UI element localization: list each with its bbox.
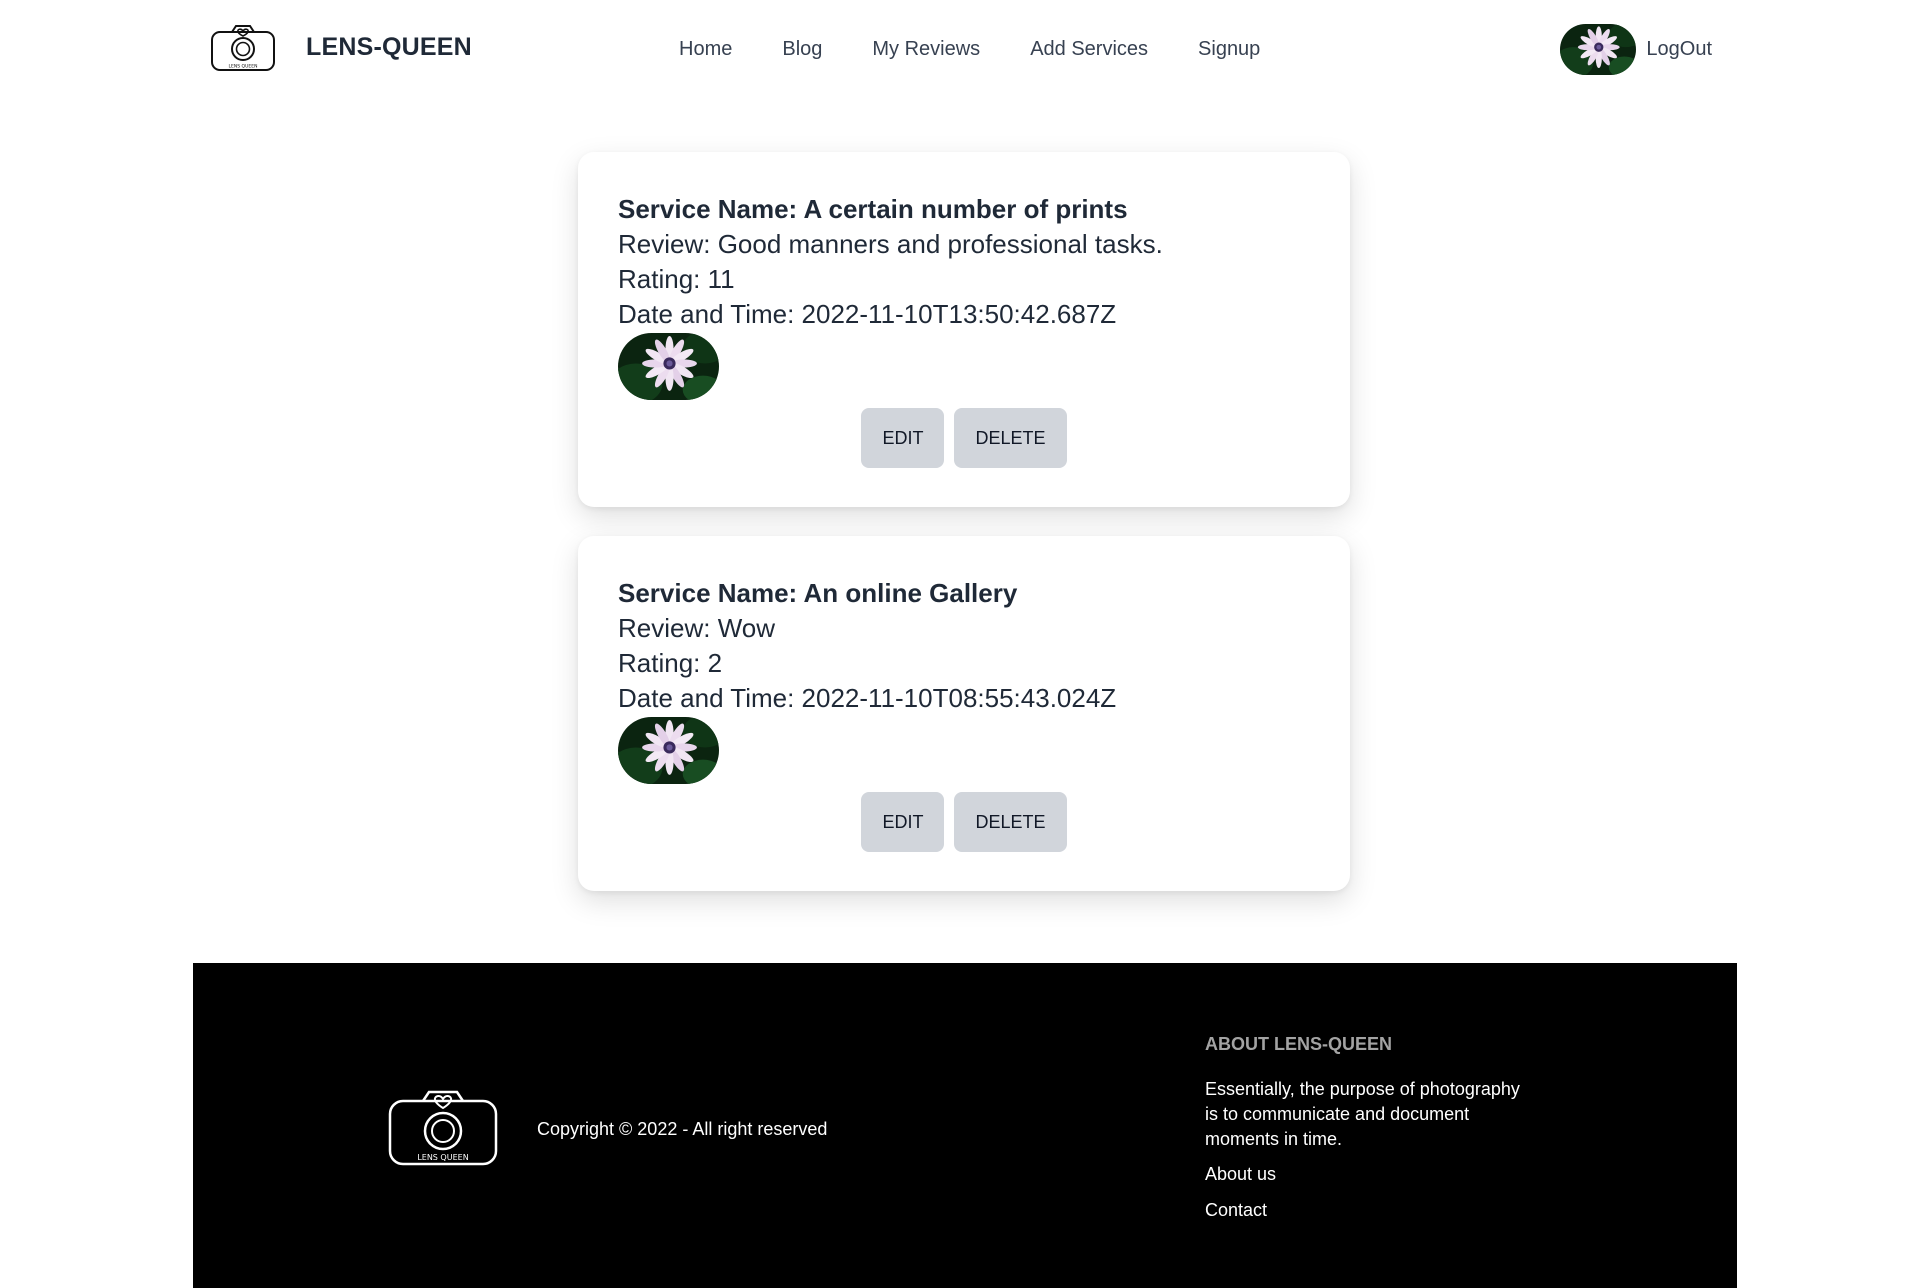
flower-avatar-icon [1560,24,1637,75]
review-card-body: Service Name: An online Gallery Review: … [618,576,1310,784]
nav-link-add-services[interactable]: Add Services [1030,38,1148,61]
review-service-name: Service Name: A certain number of prints [618,194,1128,224]
review-card: Service Name: A certain number of prints… [578,152,1350,507]
footer-about: ABOUT LENS-QUEEN Essentially, the purpos… [1205,1034,1525,1234]
review-datetime: Date and Time: 2022-11-10T13:50:42.687Z [618,299,1117,329]
brand-name[interactable]: LENS-QUEEN [306,33,472,62]
user-area: LogOut [1560,24,1712,75]
review-text: Review: Wow [618,613,776,643]
review-rating: Rating: 2 [618,648,723,678]
camera-heart-icon: LENS QUEEN [211,25,275,71]
footer-about-text: Essentially, the purpose of photography … [1205,1079,1520,1149]
delete-button[interactable]: DELETE [954,408,1067,468]
footer-logo-text: LENS QUEEN [417,1153,468,1162]
flower-photo-icon [618,333,719,400]
review-rating: Rating: 11 [618,264,735,294]
logo-text: LENS QUEEN [229,64,258,70]
review-actions: EDIT DELETE [578,408,1350,468]
edit-button[interactable]: EDIT [861,792,945,852]
nav-menu: Home Blog My Reviews Add Services Signup [679,38,1310,61]
logout-link[interactable]: LogOut [1646,38,1712,61]
footer-link-contact[interactable]: Contact [1205,1198,1525,1223]
camera-heart-icon: LENS QUEEN [388,1090,498,1166]
nav-link-blog[interactable]: Blog [782,38,822,61]
review-text: Review: Good manners and professional ta… [618,229,1163,259]
review-actions: EDIT DELETE [578,792,1350,852]
avatar[interactable] [1560,24,1637,75]
reviewer-photo [618,717,719,784]
nav-link-my-reviews[interactable]: My Reviews [872,38,980,61]
edit-button[interactable]: EDIT [861,408,945,468]
nav-link-home[interactable]: Home [679,38,732,61]
brand[interactable]: LENS QUEEN LENS-QUEEN [210,22,472,72]
footer-about-heading: ABOUT LENS-QUEEN [1205,1034,1393,1054]
review-datetime: Date and Time: 2022-11-10T08:55:43.024Z [618,683,1117,713]
review-service-name: Service Name: An online Gallery [618,578,1018,608]
reviewer-photo [618,333,719,400]
copyright-text: Copyright © 2022 - All right reserved [537,1119,828,1139]
navbar: LENS QUEEN LENS-QUEEN Home Blog My Revie… [196,0,1726,102]
footer: LENS QUEEN Copyright © 2022 - All right … [193,963,1737,1288]
review-card: Service Name: An online Gallery Review: … [578,536,1350,891]
footer-link-about-us[interactable]: About us [1205,1162,1525,1187]
nav-link-signup[interactable]: Signup [1198,38,1260,61]
review-card-body: Service Name: A certain number of prints… [618,192,1310,400]
delete-button[interactable]: DELETE [954,792,1067,852]
flower-photo-icon [618,717,719,784]
